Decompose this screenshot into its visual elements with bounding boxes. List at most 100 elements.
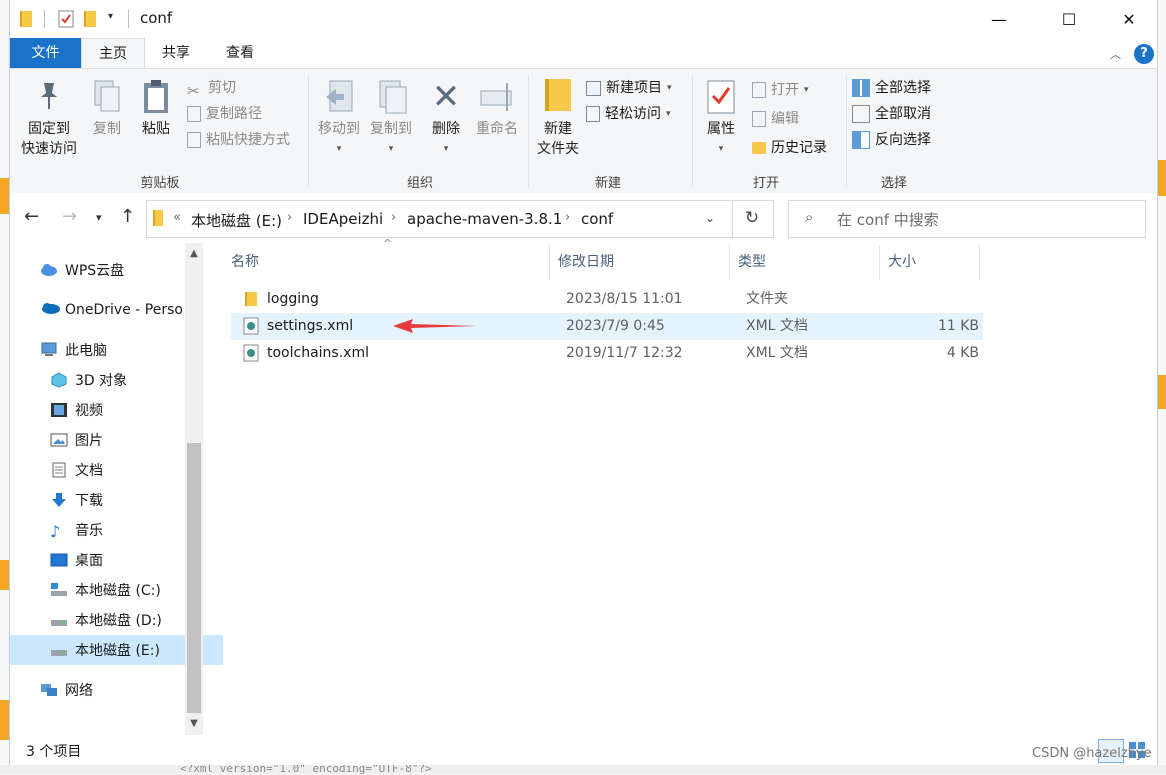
open-button[interactable]: 打开 ▾ <box>752 79 827 101</box>
ribbon: 固定到 快速访问 复制 粘贴 ✂ 剪切 复制路径 粘贴快捷方式 剪贴板 移动到 … <box>10 68 1157 194</box>
history-button[interactable]: 历史记录 <box>752 137 827 159</box>
computer-icon <box>40 342 58 358</box>
delete-button[interactable]: ✕ 删除 ▾ <box>426 79 466 159</box>
column-header-size[interactable]: 大小 <box>880 245 980 279</box>
paste-shortcut-button[interactable]: 粘贴快捷方式 <box>187 129 290 151</box>
folder-icon <box>245 292 257 306</box>
breadcrumb-apache-maven[interactable]: apache-maven-3.8.1 <box>407 210 562 228</box>
copy-to-button[interactable]: 复制到 ▾ <box>366 79 416 159</box>
file-row-logging[interactable]: logging 2023/8/15 11:01 文件夹 <box>231 286 983 313</box>
select-none-button[interactable]: 全部取消 <box>852 103 931 125</box>
chevron-down-icon: ▾ <box>388 144 394 154</box>
breadcrumb-separator: › <box>565 210 571 225</box>
group-divider <box>692 75 693 187</box>
column-header-modified[interactable]: 修改日期 <box>550 245 730 279</box>
pin-label-line1: 固定到 <box>28 121 70 137</box>
background-accent <box>0 700 9 740</box>
pictures-icon <box>50 432 68 448</box>
tab-home[interactable]: 主页 <box>81 38 145 70</box>
move-to-button[interactable]: 移动到 ▾ <box>314 79 364 159</box>
background-code-strip: <?xml version="1.0" encoding="UTF-8"?> <box>0 762 1166 775</box>
tab-share[interactable]: 共享 <box>147 38 205 68</box>
breadcrumb-overflow[interactable]: « <box>173 210 181 225</box>
pin-icon <box>14 79 84 119</box>
column-header-name[interactable]: 名称 <box>223 245 550 279</box>
xml-file-icon <box>243 344 259 362</box>
paste-shortcut-label: 粘贴快捷方式 <box>206 132 290 148</box>
nav-label: 下载 <box>75 493 103 509</box>
select-small-buttons: 全部选择 全部取消 反向选择 <box>852 77 931 151</box>
up-arrow-icon[interactable]: ↑ <box>120 206 135 227</box>
rename-icon <box>472 79 522 119</box>
close-button[interactable]: ✕ <box>1106 0 1152 38</box>
network-icon <box>40 682 58 698</box>
tab-file[interactable]: 文件 <box>10 38 81 68</box>
copy-to-label: 复制到 <box>370 121 412 137</box>
help-icon[interactable]: ? <box>1134 44 1154 64</box>
chevron-down-icon: ▾ <box>443 144 449 154</box>
scrollbar-thumb[interactable] <box>187 443 201 713</box>
quick-access-dropdown-icon[interactable]: ▾ <box>108 11 113 22</box>
drive-icon <box>50 582 68 598</box>
pin-label-line2: 快速访问 <box>21 141 77 157</box>
cut-button[interactable]: ✂ 剪切 <box>187 77 290 100</box>
file-name: settings.xml <box>267 318 354 334</box>
easy-access-button[interactable]: 轻松访问 ▾ <box>586 103 672 125</box>
forward-arrow-icon[interactable]: → <box>62 206 77 227</box>
new-item-button[interactable]: 新建项目 ▾ <box>586 77 672 99</box>
scroll-up-icon[interactable]: ▲ <box>185 245 203 263</box>
select-all-label: 全部选择 <box>875 80 931 96</box>
group-divider <box>846 75 847 187</box>
rename-button[interactable]: 重命名 <box>472 79 522 139</box>
open-label: 打开 <box>771 82 799 98</box>
nav-pane-scrollbar[interactable]: ▲ ▼ <box>185 243 203 735</box>
breadcrumb-separator: › <box>391 210 397 225</box>
file-size: 4 KB <box>946 345 979 361</box>
file-row-toolchains[interactable]: toolchains.xml 2019/11/7 12:32 XML 文档 4 … <box>231 340 983 367</box>
copy-path-icon <box>187 106 201 122</box>
tab-view[interactable]: 查看 <box>210 38 270 68</box>
search-box[interactable]: ⌕ 在 conf 中搜索 <box>788 200 1146 238</box>
pin-to-quick-access-button[interactable]: 固定到 快速访问 <box>14 79 84 159</box>
new-folder-button[interactable]: 新建 文件夹 <box>532 79 584 159</box>
select-all-button[interactable]: 全部选择 <box>852 77 931 99</box>
address-bar[interactable]: « 本地磁盘 (E:) › IDEApeizhi › apache-maven-… <box>146 200 733 238</box>
refresh-button[interactable]: ↻ <box>731 200 774 238</box>
invert-selection-icon <box>852 131 870 149</box>
maximize-button[interactable]: ☐ <box>1046 0 1092 38</box>
search-input[interactable]: 在 conf 中搜索 <box>837 209 939 230</box>
paste-button[interactable]: 粘贴 <box>134 79 178 139</box>
new-folder-icon[interactable] <box>84 10 100 28</box>
copy-label: 复制 <box>93 121 121 137</box>
breadcrumb-drive-e[interactable]: 本地磁盘 (E:) <box>191 210 282 231</box>
breadcrumb-ideapeizhi[interactable]: IDEApeizhi <box>303 210 383 228</box>
edit-button[interactable]: 编辑 <box>752 108 827 130</box>
properties-check-icon[interactable] <box>58 10 74 28</box>
copy-icon <box>86 79 128 119</box>
properties-button[interactable]: 属性 ▾ <box>698 79 744 159</box>
recent-locations-chevron-icon[interactable]: ▾ <box>96 211 102 224</box>
copy-button[interactable]: 复制 <box>86 79 128 139</box>
properties-label: 属性 <box>707 121 735 137</box>
group-label-select: 选择 <box>880 176 907 191</box>
invert-selection-button[interactable]: 反向选择 <box>852 129 931 151</box>
address-history-chevron-icon[interactable]: ⌄ <box>705 211 715 225</box>
back-arrow-icon[interactable]: ← <box>24 206 39 227</box>
collapse-ribbon-icon[interactable]: ︿ <box>1110 46 1121 62</box>
file-modified: 2023/7/9 0:45 <box>566 318 665 334</box>
scroll-down-icon[interactable]: ▼ <box>185 715 203 733</box>
file-row-settings[interactable]: settings.xml 2023/7/9 0:45 XML 文档 11 KB <box>231 313 983 340</box>
column-header-type[interactable]: 类型 <box>730 245 880 279</box>
breadcrumb-conf[interactable]: conf <box>581 210 613 228</box>
easy-access-label: 轻松访问 <box>605 106 661 122</box>
minimize-button[interactable]: — <box>976 0 1022 38</box>
navigation-pane: WPS云盘 OneDrive - Perso 此电脑 3D 对象 视频 图片 文… <box>10 243 225 735</box>
new-folder-label-line2: 文件夹 <box>537 141 579 157</box>
divider <box>128 10 129 28</box>
background-accent <box>0 560 9 590</box>
desktop-icon <box>50 552 68 568</box>
onedrive-icon <box>40 302 60 318</box>
copy-path-button[interactable]: 复制路径 <box>187 103 290 125</box>
easy-access-icon <box>586 106 600 122</box>
nav-label: WPS云盘 <box>65 263 125 279</box>
